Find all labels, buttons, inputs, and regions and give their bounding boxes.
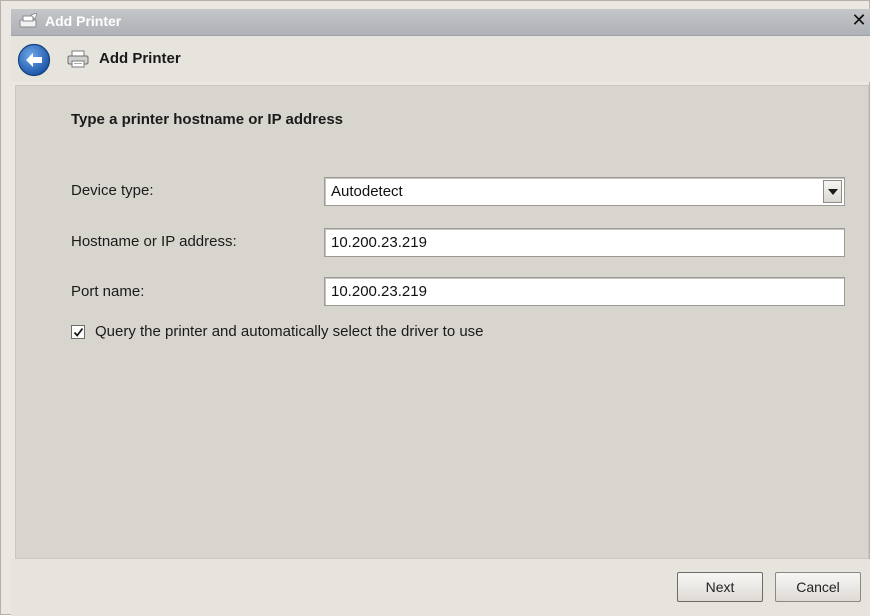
close-icon[interactable]: ✕ xyxy=(849,10,869,32)
printer-icon xyxy=(66,49,90,69)
device-type-label: Device type: xyxy=(71,182,154,199)
back-arrow-icon[interactable] xyxy=(17,43,51,77)
wizard-header: Add Printer xyxy=(11,36,870,82)
cancel-button[interactable]: Cancel xyxy=(775,572,861,602)
page-heading: Type a printer hostname or IP address xyxy=(71,111,344,128)
wizard-title: Add Printer xyxy=(99,50,181,67)
title-bar[interactable]: Add Printer ✕ xyxy=(11,9,870,36)
printer-wizard-icon xyxy=(17,12,39,31)
device-type-value: Autodetect xyxy=(331,183,403,200)
hostname-input[interactable]: 10.200.23.219 xyxy=(324,228,845,257)
query-printer-checkbox[interactable] xyxy=(71,325,85,339)
wizard-content: Type a printer hostname or IP address De… xyxy=(15,85,869,559)
port-name-label: Port name: xyxy=(71,283,145,300)
add-printer-window: Add Printer ✕ Add Printer Type a printer… xyxy=(0,0,870,616)
hostname-label: Hostname or IP address: xyxy=(71,233,237,250)
hostname-value: 10.200.23.219 xyxy=(331,234,427,251)
device-type-select[interactable]: Autodetect xyxy=(324,177,845,206)
port-name-input[interactable]: 10.200.23.219 xyxy=(324,277,845,306)
next-button[interactable]: Next xyxy=(677,572,763,602)
query-printer-label[interactable]: Query the printer and automatically sele… xyxy=(95,323,484,340)
window-title: Add Printer xyxy=(45,13,122,29)
wizard-footer: Next Cancel xyxy=(11,559,870,616)
chevron-down-icon[interactable] xyxy=(823,180,842,203)
port-name-value: 10.200.23.219 xyxy=(331,283,427,300)
